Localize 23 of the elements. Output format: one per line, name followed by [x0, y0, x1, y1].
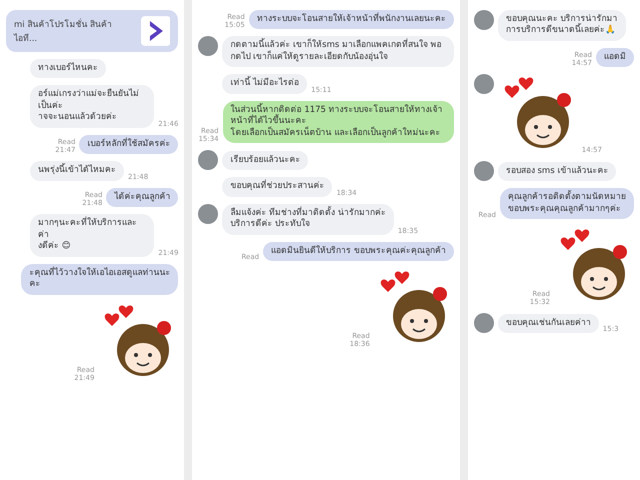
message-bubble: เรียบร้อยแล้วนะคะ — [222, 150, 308, 170]
message-bubble: ะคุณที่ไว้วางใจให้เอไอเอสดูแลท่านนะคะ — [21, 264, 178, 295]
message-bubble: เบอร์หลักที่ใช้สมัครค่ะ — [79, 134, 178, 154]
message-bubble: รอบสอง sms เข้าแล้วนะคะ — [498, 162, 616, 182]
message-bubble: นพรุ่งนี้เข้าได้ไหมคะ — [30, 161, 124, 181]
message-bubble: ในส่วนนี้หากติดต่อ 1175 ทางระบบจะโอนสายให้ทางเจ้าหน้าที่ได้ไวขึ้นนะคะ โดยเลือกเป็นสมัครเน็ตบ้าน และเลือกเป็นลูกค้าใหม่นะคะ — [222, 100, 454, 144]
message-bubble: ได้ค่ะคุณลูกค้า — [106, 188, 178, 208]
message-bubble: กดตามนี้แล้วค่ะ เขาก็ให้sms มาเลือกแพคเกตที่สนใจ พอกดไป เขาก็แค่ให้ดูรายละเอียดกับน้องอุ่นใจ — [222, 36, 454, 68]
message-bubble: แอดมินยินดีให้บริการ ขอบพระคุณค่ะคุณลูกค้า — [263, 242, 454, 262]
message-bubble: มากๆนะคะที่ให้บริการและค่า งดีค่ะ 😊 — [30, 214, 154, 257]
message-bubble: ขอบคุณที่ช่วยประสานค่ะ — [222, 177, 332, 197]
message-bubble: เท่านี้ ไม่มีอะไรต่อ — [222, 74, 308, 94]
message-bubble: ทางระบบจะโอนสายให้เจ้าหน้าที่พนักงานเลยนะคะ — [248, 10, 454, 30]
message-bubble: ขอบคุณนะคะ บริการน่ารักมา การบริการดีขนาดนี้เลยค่ะ🙏 — [498, 10, 626, 41]
message-bubble: คุณลูกค้ารอติดตั้งตามนัดหมาย ขอบพระคุณคุณลูกค้ามากๆค่ะ — [500, 188, 634, 220]
message-bubble: อร์แม่เกรงว่าแม่จะยืนยันไม่เป็นค่ะ าจจะนอนแล้วด้วยค่ะ — [30, 85, 154, 128]
message-bubble: ทางเบอร์ไหนคะ — [30, 59, 106, 78]
message-bubble: ขอบคุณเช่นกันเลยค่าา — [498, 314, 599, 334]
link-preview-card[interactable]: mi สินค้าโปรโมชั่น สินค้าไอที... — [6, 10, 178, 52]
message-bubble: ลืมแจ้งค่ะ ทีมช่างที่มาติดตั้ง น่ารักมากค่ะ บริการดีค่ะ ประทับใจ — [222, 204, 394, 235]
logo-icon — [140, 16, 170, 46]
message-bubble: แอดมิ — [596, 48, 634, 68]
link-preview-text: mi สินค้าโปรโมชั่น สินค้าไอที... — [14, 17, 114, 45]
